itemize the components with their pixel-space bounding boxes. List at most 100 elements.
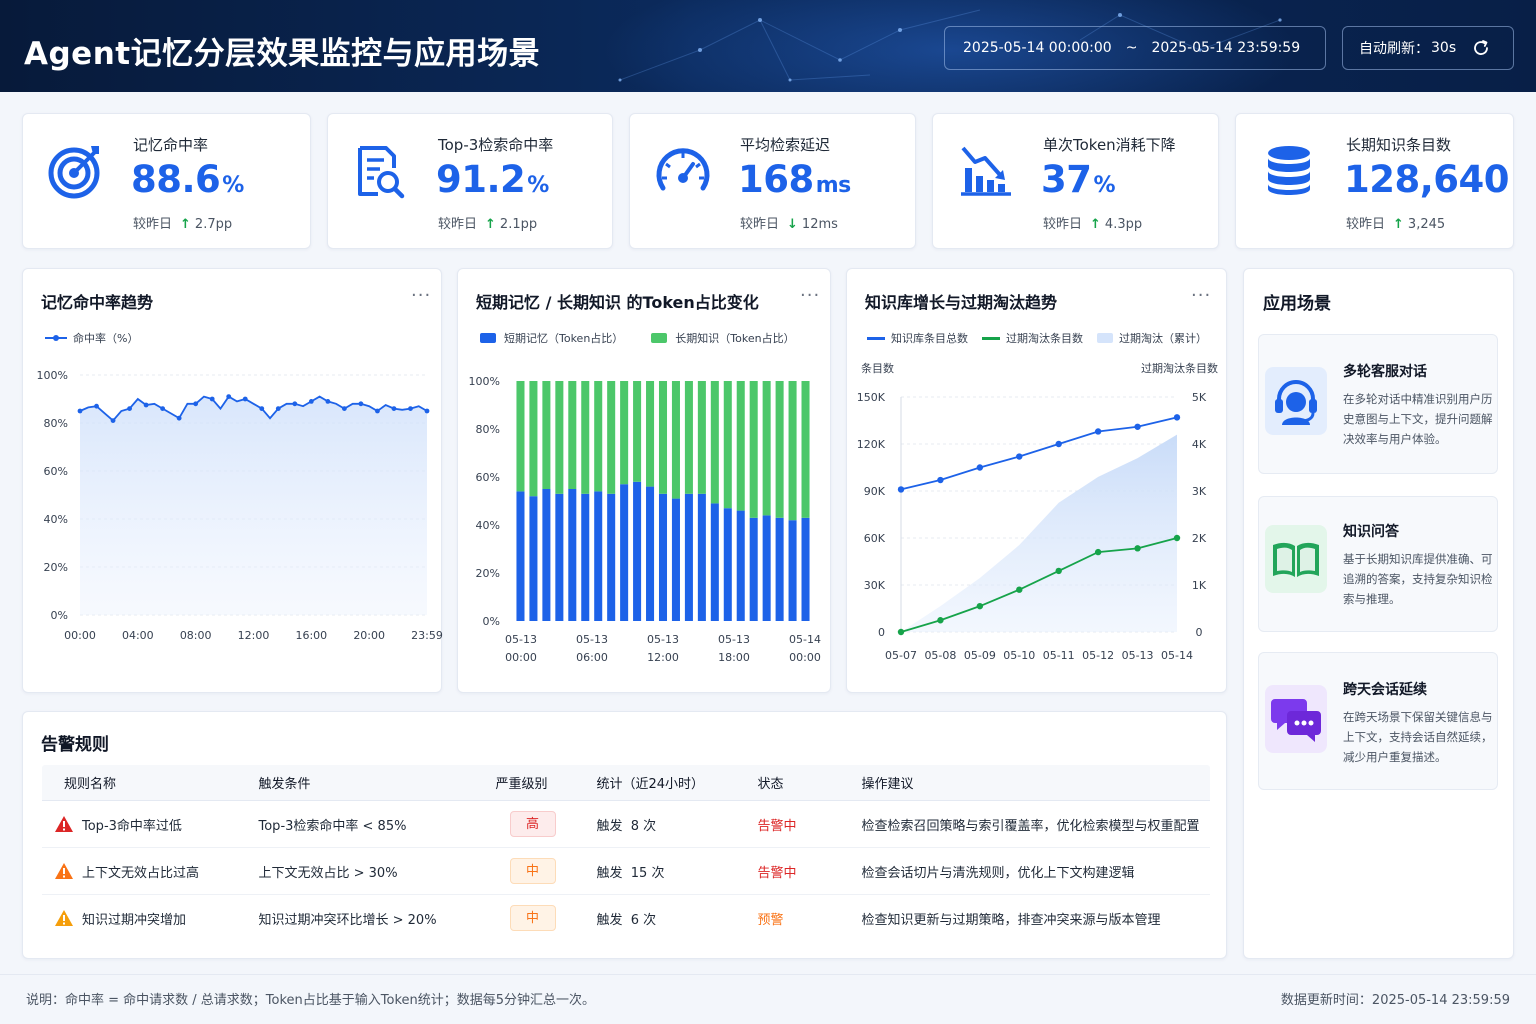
y-tick-label: 100%	[37, 369, 68, 382]
table-row[interactable]: 上下文无效占比过高 上下文无效占比 > 30% 中 触发 15 次 告警中 检查…	[42, 847, 1210, 895]
x-tick-label: 05-07	[885, 649, 917, 662]
legend-label: 过期淘汰条目数	[1006, 332, 1083, 345]
y-right-tick-label: 3K	[1192, 485, 1207, 498]
kpi-value: 88.6%	[131, 158, 244, 201]
column-header: 触发条件	[236, 765, 474, 801]
x-tick-label: 05-11	[1043, 649, 1075, 662]
data-point	[94, 403, 99, 409]
data-point	[375, 408, 380, 414]
y-axis-right-label: 过期淘汰条目数	[1141, 362, 1218, 375]
bar-short-term	[736, 510, 745, 621]
bar-short-term	[581, 493, 590, 621]
bar-long-term	[542, 381, 551, 489]
x-tick-label: 05-13	[718, 633, 750, 646]
bar-short-term	[775, 517, 784, 621]
bar-short-term	[723, 508, 732, 621]
kpi-compare: 较昨日 ↑ 2.7pp	[133, 217, 233, 232]
scenario-card-customer-service[interactable]: 多轮客服对话 在多轮对话中精准识别用户历史意图与上下文，提升问题解决效率与用户体…	[1258, 334, 1498, 474]
arrow-up-icon: ↑	[180, 217, 191, 232]
column-header: 规则名称	[42, 765, 237, 801]
arrow-up-icon: ↑	[1090, 217, 1101, 232]
legend-label: 短期记忆（Token占比）	[504, 332, 624, 345]
kb-growth-panel: 知识库增长与过期淘汰趋势 ··· 知识库条目总数 过期淘汰条目数 过期淘汰（累计…	[846, 268, 1227, 693]
table-row[interactable]: Top-3命中率过低 Top-3检索命中率 < 85% 高 触发 8 次 告警中…	[42, 800, 1210, 848]
bar-long-term	[736, 381, 745, 511]
more-options-icon[interactable]: ···	[411, 285, 431, 306]
bar-long-term	[723, 381, 732, 509]
y-right-tick-label: 2K	[1192, 532, 1207, 545]
scenarios-panel: 应用场景 多轮客服对话 在多轮对话中精准识别用户历史意图与上下文，提升问题解决效…	[1243, 268, 1514, 959]
scenario-card-cross-day[interactable]: 跨天会话延续 在跨天场景下保留关键信息与上下文，支持会话自然延续，减少用户重复描…	[1258, 652, 1498, 790]
x-tick-label: 08:00	[180, 629, 212, 642]
legend-label: 过期淘汰（累计）	[1119, 332, 1207, 345]
scenario-description: 在跨天场景下保留关键信息与上下文，支持会话自然延续，减少用户重复描述。	[1343, 710, 1493, 764]
bar-long-term	[594, 381, 603, 492]
y-left-tick-label: 90K	[864, 485, 886, 498]
bar-short-term	[568, 489, 577, 621]
x-tick-label: 16:00	[295, 629, 327, 642]
y-left-tick-label: 120K	[857, 438, 886, 451]
chat-bubbles-icon	[1265, 685, 1327, 753]
severity-cell: 高	[473, 800, 575, 848]
bar-long-term	[801, 381, 810, 518]
data-point	[1016, 453, 1023, 460]
x-tick-label: 04:00	[122, 629, 154, 642]
data-point	[341, 406, 347, 411]
more-options-icon[interactable]: ···	[800, 285, 820, 306]
stat-cell: 触发 15 次	[574, 847, 736, 895]
bar-long-term	[555, 381, 564, 494]
bar-long-term	[788, 381, 797, 521]
kpi-value: 128,640	[1344, 158, 1510, 201]
scenario-card-knowledge-qa[interactable]: 知识问答 基于长期知识库提供准确、可追溯的答案，支持复杂知识检索与推理。	[1258, 496, 1498, 632]
rule-name-cell: 知识过期冲突增加	[42, 895, 237, 942]
hit-rate-line-chart: 100% 80% 60% 40% 20% 0% 00:00 04:00 08:00 12:00 16…	[37, 369, 443, 642]
scenario-description: 在多轮对话中精准识别用户历史意图与上下文，提升问题解决效率与用户体验。	[1343, 392, 1493, 446]
arrow-up-icon: ↑	[1393, 217, 1404, 232]
kpi-card-top3-hit-rate: Top-3检索命中率 91.2% 较昨日 ↑ 2.1pp	[327, 113, 613, 249]
bar-short-term	[607, 493, 616, 621]
auto-refresh-label: 自动刷新：	[1359, 41, 1429, 57]
y-left-tick-label: 30K	[864, 579, 886, 592]
arrow-up-icon: ↑	[485, 217, 496, 232]
x-tick-label: 00:00	[64, 629, 96, 642]
y-right-tick-label: 1K	[1192, 579, 1207, 592]
x-tick-label: 23:59	[411, 629, 443, 642]
kpi-card-long-term-entries: 长期知识条目数 128,640 较昨日 ↑ 3,245	[1235, 113, 1514, 249]
date-range-picker[interactable]: 2025-05-14 00:00:00 ~ 2025-05-14 23:59:5…	[944, 26, 1326, 70]
refresh-icon[interactable]	[1472, 39, 1490, 57]
x-tick-label: 05-13	[1122, 649, 1154, 662]
table-row[interactable]: 知识过期冲突增加 知识过期冲突环比增长 > 20% 中 触发 6 次 预警 检查…	[42, 895, 1210, 942]
y-left-tick-label: 150K	[857, 391, 886, 404]
data-point	[358, 401, 364, 407]
stat-cell: 触发 6 次	[596, 912, 657, 928]
panel-title: 告警规则	[41, 735, 109, 755]
kpi-compare: 较昨日 ↑ 4.3pp	[1043, 217, 1143, 232]
bar-short-term	[684, 493, 693, 621]
auto-refresh-control[interactable]: 自动刷新： 30s	[1342, 26, 1514, 70]
bar-short-term	[633, 481, 642, 621]
stat-cell: 触发 8 次	[574, 800, 736, 848]
header-bar: Agent记忆分层效果监控与应用场景 2025-05-14 00:00:00 ~…	[0, 0, 1536, 92]
kpi-label: 平均检索延迟	[740, 136, 831, 154]
rule-name-cell: 上下文无效占比过高	[42, 847, 237, 895]
scenario-description: 基于长期知识库提供准确、可追溯的答案，支持复杂知识检索与推理。	[1343, 552, 1493, 606]
kpi-card-hit-rate: 记忆命中率 88.6% 较昨日 ↑ 2.7pp	[22, 113, 311, 249]
data-point	[193, 401, 199, 407]
data-point	[110, 418, 116, 423]
data-point	[937, 476, 944, 484]
date-separator: ~	[1125, 40, 1138, 56]
page-title: Agent记忆分层效果监控与应用场景	[24, 36, 541, 72]
x-tick-label: 12:00	[238, 629, 270, 642]
data-point	[937, 617, 944, 624]
kb-growth-line-chart: 150K120K90K60K30K05K4K3K2K1K005-07 05-08 0…	[857, 391, 1207, 662]
legend-swatch-cumulative	[1097, 333, 1113, 343]
severity-badge: 高	[509, 811, 556, 837]
bar-short-term	[671, 498, 680, 621]
bar-long-term	[607, 381, 616, 494]
kpi-compare: 较昨日 ↓ 12ms	[740, 217, 838, 232]
more-options-icon[interactable]: ···	[1191, 285, 1211, 306]
severity-badge: 中	[509, 858, 556, 884]
bar-short-term	[516, 491, 525, 621]
condition-cell: 上下文无效占比 > 30%	[236, 847, 474, 895]
speedometer-icon	[656, 148, 710, 191]
